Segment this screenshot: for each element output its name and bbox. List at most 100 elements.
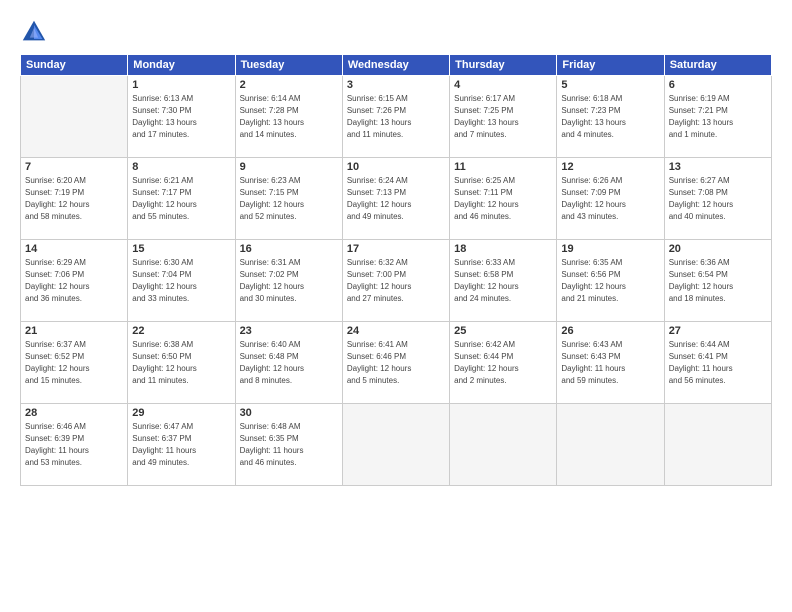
day-number: 8	[132, 161, 230, 173]
weekday-header: Sunday	[21, 55, 128, 76]
day-number: 3	[347, 79, 445, 91]
day-number: 12	[561, 161, 659, 173]
day-info: Sunrise: 6:23 AMSunset: 7:15 PMDaylight:…	[240, 175, 338, 223]
day-info: Sunrise: 6:47 AMSunset: 6:37 PMDaylight:…	[132, 421, 230, 469]
day-number: 11	[454, 161, 552, 173]
logo	[20, 18, 52, 46]
calendar-cell: 25Sunrise: 6:42 AMSunset: 6:44 PMDayligh…	[450, 322, 557, 404]
calendar-cell: 6Sunrise: 6:19 AMSunset: 7:21 PMDaylight…	[664, 76, 771, 158]
day-info: Sunrise: 6:24 AMSunset: 7:13 PMDaylight:…	[347, 175, 445, 223]
calendar-cell	[450, 404, 557, 486]
calendar-cell: 11 Sunrise: 6:25 AMSunset: 7:11 PMDayligh…	[450, 158, 557, 240]
calendar-cell: 30 Sunrise: 6:48 AMSunset: 6:35 PMDayligh…	[235, 404, 342, 486]
day-info: Sunrise: 6:42 AMSunset: 6:44 PMDaylight:…	[454, 339, 552, 387]
calendar-cell: 3 Sunrise: 6:15 AMSunset: 7:26 PMDaylight…	[342, 76, 449, 158]
day-info: Sunrise: 6:21 AMSunset: 7:17 PMDaylight:…	[132, 175, 230, 223]
day-info: Sunrise: 6:26 AMSunset: 7:09 PMDaylight:…	[561, 175, 659, 223]
day-info: Sunrise: 6:37 AMSunset: 6:52 PMDaylight:…	[25, 339, 123, 387]
day-info: Sunrise: 6:43 AMSunset: 6:43 PMDaylight:…	[561, 339, 659, 387]
weekday-header: Thursday	[450, 55, 557, 76]
day-number: 18	[454, 243, 552, 255]
day-info: Sunrise: 6:27 AMSunset: 7:08 PMDaylight:…	[669, 175, 767, 223]
calendar-cell	[557, 404, 664, 486]
calendar-cell: 9 Sunrise: 6:23 AMSunset: 7:15 PMDaylight…	[235, 158, 342, 240]
calendar-cell: 19 Sunrise: 6:35 AMSunset: 6:56 PMDayligh…	[557, 240, 664, 322]
day-info: Sunrise: 6:13 AMSunset: 7:30 PMDaylight:…	[132, 93, 230, 141]
weekday-header: Saturday	[664, 55, 771, 76]
day-info: Sunrise: 6:15 AMSunset: 7:26 PMDaylight:…	[347, 93, 445, 141]
day-info: Sunrise: 6:14 AMSunset: 7:28 PMDaylight:…	[240, 93, 338, 141]
day-number: 19	[561, 243, 659, 255]
calendar-cell: 8 Sunrise: 6:21 AMSunset: 7:17 PMDaylight…	[128, 158, 235, 240]
day-info: Sunrise: 6:44 AMSunset: 6:41 PMDaylight:…	[669, 339, 767, 387]
day-info: Sunrise: 6:32 AMSunset: 7:00 PMDaylight:…	[347, 257, 445, 305]
calendar-cell: 18 Sunrise: 6:33 AMSunset: 6:58 PMDayligh…	[450, 240, 557, 322]
weekday-header: Friday	[557, 55, 664, 76]
day-number: 7	[25, 161, 123, 173]
day-number: 10	[347, 161, 445, 173]
day-number: 24	[347, 325, 445, 337]
day-info: Sunrise: 6:38 AMSunset: 6:50 PMDaylight:…	[132, 339, 230, 387]
day-number: 26	[561, 325, 659, 337]
day-number: 14	[25, 243, 123, 255]
day-number: 20	[669, 243, 767, 255]
calendar-cell: 4 Sunrise: 6:17 AMSunset: 7:25 PMDaylight…	[450, 76, 557, 158]
calendar-cell: 10 Sunrise: 6:24 AMSunset: 7:13 PMDayligh…	[342, 158, 449, 240]
calendar-cell: 26 Sunrise: 6:43 AMSunset: 6:43 PMDayligh…	[557, 322, 664, 404]
day-number: 28	[25, 407, 123, 419]
calendar-cell: 20 Sunrise: 6:36 AMSunset: 6:54 PMDayligh…	[664, 240, 771, 322]
day-info: Sunrise: 6:35 AMSunset: 6:56 PMDaylight:…	[561, 257, 659, 305]
calendar-cell: 24 Sunrise: 6:41 AMSunset: 6:46 PMDayligh…	[342, 322, 449, 404]
calendar-cell: 1 Sunrise: 6:13 AMSunset: 7:30 PMDaylight…	[128, 76, 235, 158]
day-number: 17	[347, 243, 445, 255]
calendar-cell: 22 Sunrise: 6:38 AMSunset: 6:50 PMDayligh…	[128, 322, 235, 404]
logo-icon	[20, 18, 48, 46]
calendar-cell	[21, 76, 128, 158]
day-number: 23	[240, 325, 338, 337]
day-info: Sunrise: 6:36 AMSunset: 6:54 PMDaylight:…	[669, 257, 767, 305]
day-info: Sunrise: 6:31 AMSunset: 7:02 PMDaylight:…	[240, 257, 338, 305]
day-number: 27	[669, 325, 767, 337]
day-info: Sunrise: 6:30 AMSunset: 7:04 PMDaylight:…	[132, 257, 230, 305]
day-info: Sunrise: 6:33 AMSunset: 6:58 PMDaylight:…	[454, 257, 552, 305]
day-number: 21	[25, 325, 123, 337]
day-number: 13	[669, 161, 767, 173]
calendar-cell: 5 Sunrise: 6:18 AMSunset: 7:23 PMDaylight…	[557, 76, 664, 158]
day-number: 6	[669, 79, 767, 91]
calendar-cell: 28Sunrise: 6:46 AMSunset: 6:39 PMDayligh…	[21, 404, 128, 486]
calendar-cell: 13 Sunrise: 6:27 AMSunset: 7:08 PMDayligh…	[664, 158, 771, 240]
day-info: Sunrise: 6:29 AMSunset: 7:06 PMDaylight:…	[25, 257, 123, 305]
calendar-cell: 15 Sunrise: 6:30 AMSunset: 7:04 PMDayligh…	[128, 240, 235, 322]
day-number: 1	[132, 79, 230, 91]
weekday-header: Tuesday	[235, 55, 342, 76]
day-info: Sunrise: 6:48 AMSunset: 6:35 PMDaylight:…	[240, 421, 338, 469]
calendar-cell	[342, 404, 449, 486]
calendar-cell: 23Sunrise: 6:40 AMSunset: 6:48 PMDayligh…	[235, 322, 342, 404]
calendar-cell: 27 Sunrise: 6:44 AMSunset: 6:41 PMDayligh…	[664, 322, 771, 404]
calendar-cell: 2 Sunrise: 6:14 AMSunset: 7:28 PMDaylight…	[235, 76, 342, 158]
weekday-header: Wednesday	[342, 55, 449, 76]
calendar-cell: 14 Sunrise: 6:29 AMSunset: 7:06 PMDayligh…	[21, 240, 128, 322]
calendar-cell: 29 Sunrise: 6:47 AMSunset: 6:37 PMDayligh…	[128, 404, 235, 486]
day-number: 2	[240, 79, 338, 91]
day-number: 30	[240, 407, 338, 419]
day-number: 15	[132, 243, 230, 255]
day-info: Sunrise: 6:18 AMSunset: 7:23 PMDaylight:…	[561, 93, 659, 141]
day-number: 22	[132, 325, 230, 337]
calendar-cell: 17 Sunrise: 6:32 AMSunset: 7:00 PMDayligh…	[342, 240, 449, 322]
day-info: Sunrise: 6:25 AMSunset: 7:11 PMDaylight:…	[454, 175, 552, 223]
day-number: 16	[240, 243, 338, 255]
weekday-header: Monday	[128, 55, 235, 76]
day-info: Sunrise: 6:17 AMSunset: 7:25 PMDaylight:…	[454, 93, 552, 141]
day-number: 5	[561, 79, 659, 91]
day-info: Sunrise: 6:20 AMSunset: 7:19 PMDaylight:…	[25, 175, 123, 223]
calendar-cell: 21 Sunrise: 6:37 AMSunset: 6:52 PMDayligh…	[21, 322, 128, 404]
calendar: SundayMondayTuesdayWednesdayThursdayFrid…	[20, 54, 772, 486]
day-info: Sunrise: 6:41 AMSunset: 6:46 PMDaylight:…	[347, 339, 445, 387]
day-number: 4	[454, 79, 552, 91]
calendar-cell: 12 Sunrise: 6:26 AMSunset: 7:09 PMDayligh…	[557, 158, 664, 240]
day-number: 29	[132, 407, 230, 419]
calendar-cell: 16 Sunrise: 6:31 AMSunset: 7:02 PMDayligh…	[235, 240, 342, 322]
day-number: 9	[240, 161, 338, 173]
calendar-cell: 7 Sunrise: 6:20 AMSunset: 7:19 PMDaylight…	[21, 158, 128, 240]
